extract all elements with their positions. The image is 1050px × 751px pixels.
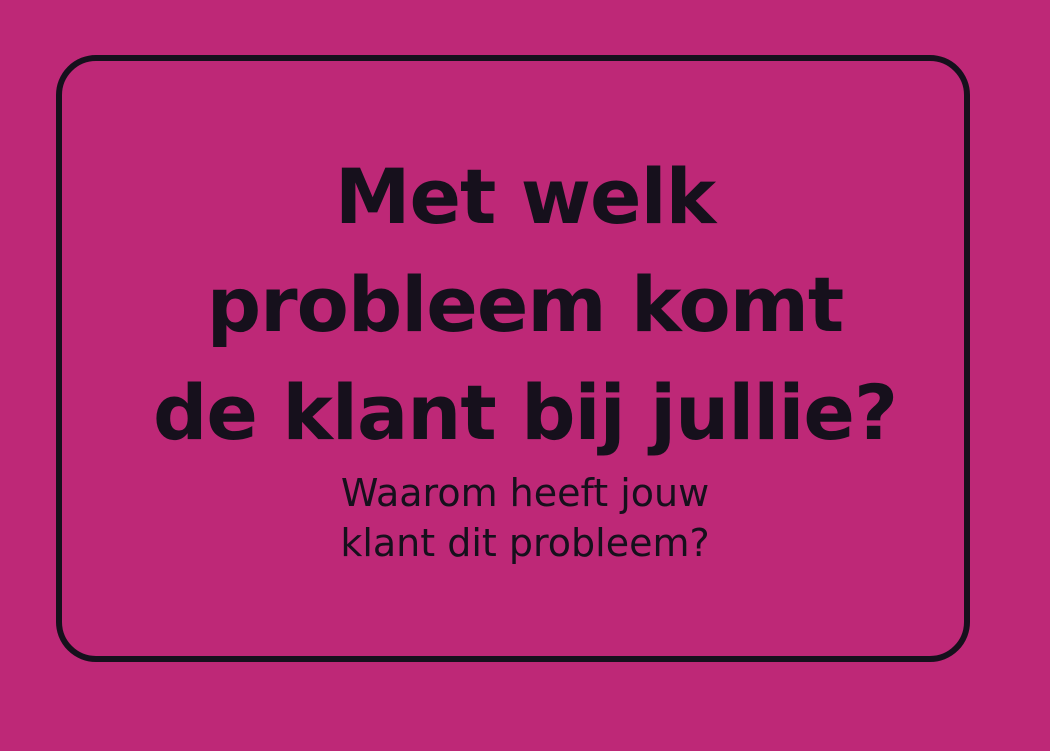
main-question-line: de klant bij jullie? [152, 368, 898, 457]
slide: { "colors": { "background": "#be2877", "… [0, 0, 1050, 751]
main-question-line: probleem komt [206, 260, 845, 349]
main-question: Met welk probleem komt de klant bij jull… [0, 143, 1050, 467]
sub-question-line: Waarom heeft jouw [340, 471, 710, 515]
sub-question: Waarom heeft jouw klant dit probleem? [0, 468, 1050, 568]
sub-question-line: klant dit probleem? [340, 521, 710, 565]
main-question-line: Met welk [334, 152, 716, 241]
